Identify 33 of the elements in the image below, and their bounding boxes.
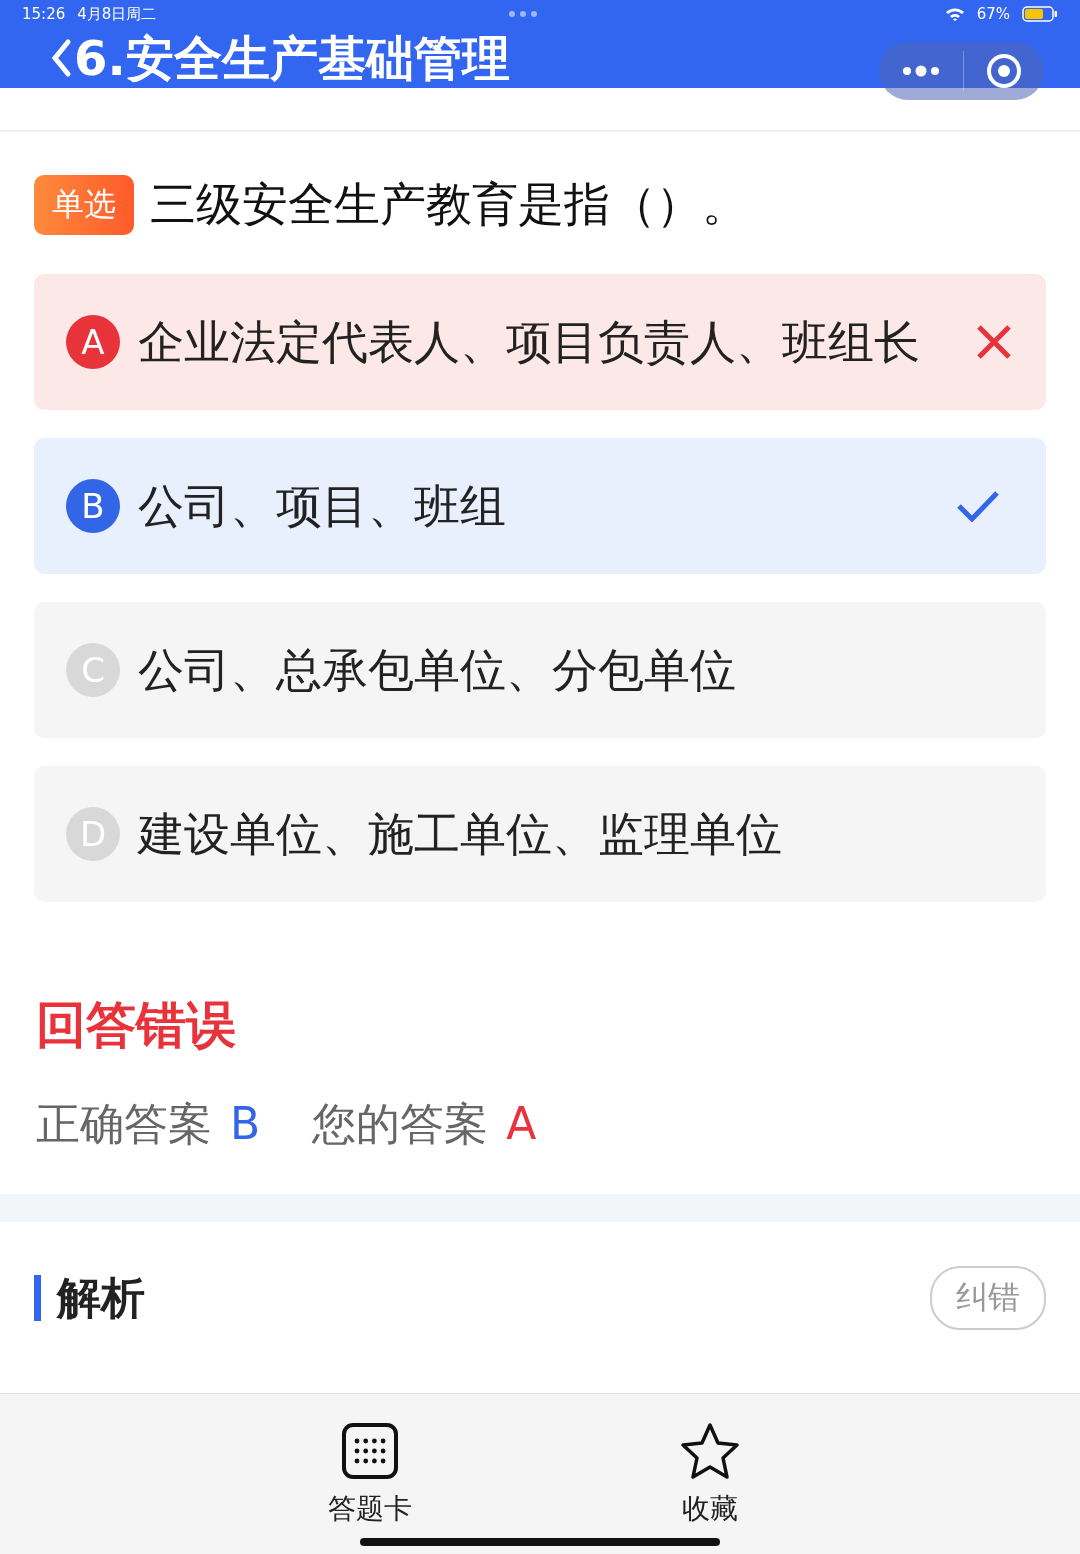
battery-percent: 67% [976,5,1010,23]
option-letter: B [66,479,120,533]
result-title: 回答错误 [36,995,237,1056]
your-answer-label: 您的答案 [312,1097,489,1151]
answer-option[interactable]: A 企业法定代表人、项目负责人、班组长 [34,274,1046,410]
option-text: 公司、项目、班组 [138,478,507,535]
option-text: 公司、总承包单位、分包单位 [138,642,737,699]
more-icon[interactable] [901,64,941,78]
analysis-title: 解析 [57,1270,145,1325]
cross-icon [976,324,1012,360]
option-text: 企业法定代表人、项目负责人、班组长 [138,314,921,371]
question-type-tag: 单选 [34,175,134,235]
correct-answer-value: B [230,1098,261,1149]
battery-icon [1022,6,1058,22]
status-date: 4月8日周二 [77,4,157,24]
page-title: 6.安全生产基础管理 [74,29,510,88]
bottom-tab-label[interactable]: 答题卡 [328,1490,412,1528]
check-icon [956,490,1000,522]
close-icon[interactable] [986,53,1022,89]
more-dots-icon [508,10,539,18]
correct-answer-label: 正确答案 [36,1097,212,1151]
question-text: 三级安全生产教育是指（）。 [150,176,748,233]
grid-icon[interactable] [341,1422,399,1480]
status-time: 15:26 [22,5,66,23]
wifi-icon [944,7,965,21]
bottom-tab-label[interactable]: 收藏 [682,1490,738,1528]
back-icon[interactable] [50,38,72,78]
option-text: 建设单位、施工单位、监理单位 [138,806,783,863]
star-icon[interactable] [679,1422,741,1480]
your-answer-value: A [506,1098,537,1149]
section-accent-bar [34,1275,41,1321]
answer-option[interactable]: B 公司、项目、班组 [34,438,1046,574]
option-letter: A [66,315,120,369]
